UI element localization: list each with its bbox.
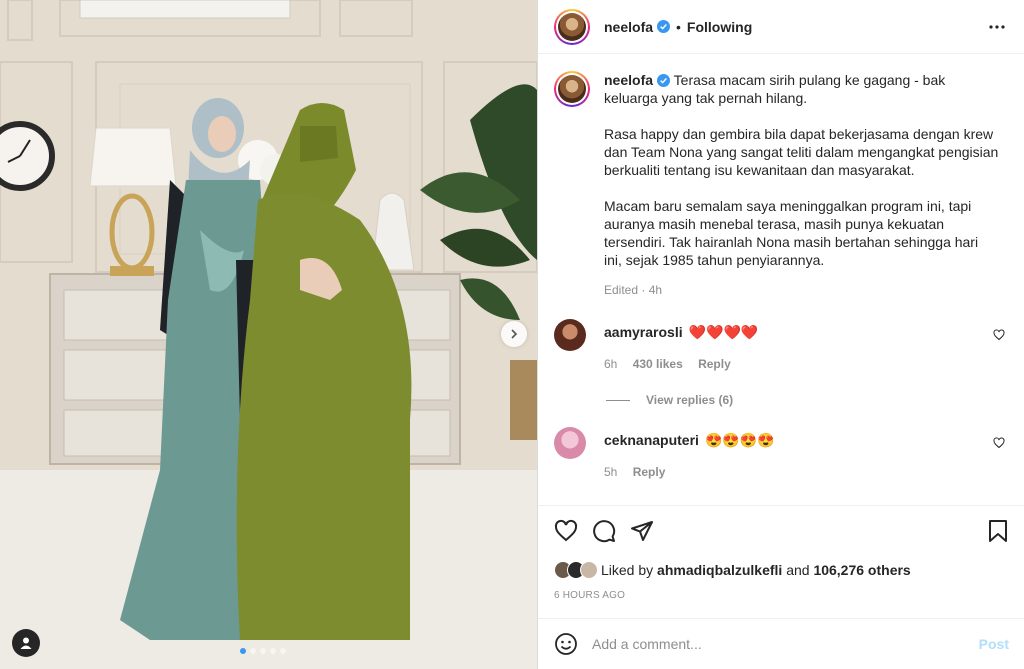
separator-bullet: • [676,18,681,35]
carousel-indicator [240,648,286,654]
next-arrow-icon [511,329,518,339]
save-button[interactable] [987,519,1009,543]
photo-scene [0,0,537,669]
comment-text: ❤️❤️❤️❤️ [688,324,759,340]
reply-button[interactable]: Reply [698,357,731,371]
carousel-dot [260,648,266,654]
comment: ceknanaputeri 😍😍😍😍 5h Reply [554,427,1009,481]
heart-icon[interactable] [993,329,1005,341]
heart-icon [554,519,578,542]
like-button[interactable] [554,519,578,543]
avatar[interactable] [554,8,590,45]
view-replies-button[interactable]: View replies (6) [606,393,1009,407]
post-username[interactable]: neelofa [604,19,653,35]
heart-icon[interactable] [993,437,1005,449]
comments-area[interactable]: neelofa Terasa macam sirih pulang ke gag… [538,55,1024,505]
carousel-dot [270,648,276,654]
liked-by-prefix: Liked by [601,562,654,578]
reply-button[interactable]: Reply [633,465,666,479]
caption-text: Macam baru semalam saya meninggalkan pro… [604,198,979,268]
caption-username[interactable]: neelofa [604,72,653,88]
bookmark-icon [989,520,1007,542]
liker-avatars[interactable] [554,561,598,579]
post-panel: neelofa • Following neelofa Terasa macam… [537,0,1024,669]
more-options-icon[interactable] [988,18,1006,36]
likes-summary: Liked by ahmadiqbalzulkefli and 106,276 … [554,556,1009,584]
post-header: neelofa • Following [538,0,1024,54]
carousel-dot [250,648,256,654]
avatar[interactable] [554,319,586,351]
share-button[interactable] [630,519,654,543]
user-tag-icon [20,637,32,649]
carousel-dot [240,648,246,654]
verified-badge-icon [657,74,671,87]
comment-username[interactable]: ceknanaputeri [604,432,699,448]
liked-by-user[interactable]: ahmadiqbalzulkefli [657,562,782,578]
post-comment-button[interactable]: Post [979,636,1009,652]
comment-icon [593,520,616,543]
comment: aamyrarosli ❤️❤️❤️❤️ 6h 430 likes Reply [554,319,1009,373]
avatar[interactable] [554,71,590,107]
avatar[interactable] [554,427,586,459]
comment-likes[interactable]: 430 likes [633,357,683,371]
caption-text: Rasa happy dan gembira bila dapat bekerj… [604,126,999,178]
following-button[interactable]: Following [687,19,752,35]
add-comment-bar: Post [538,618,1024,669]
liked-by-others[interactable]: 106,276 others [813,562,910,578]
caption-meta: Edited · 4h [604,283,663,297]
emoji-icon[interactable] [554,632,578,656]
caption: neelofa Terasa macam sirih pulang ke gag… [554,71,1009,299]
post-photo[interactable] [0,0,537,669]
verified-badge-icon [657,20,671,33]
share-icon [631,521,653,541]
add-comment-input[interactable] [592,636,979,652]
comment-time: 5h [604,465,618,479]
next-slide-button[interactable] [501,321,527,347]
caption-text: Terasa macam sirih pulang ke gagang - ba… [604,72,946,106]
comment-button[interactable] [592,519,616,543]
carousel-dot [280,648,286,654]
liked-by-and: and [786,562,810,578]
user-tag-button[interactable] [12,629,40,657]
comment-text: 😍😍😍😍 [704,432,775,448]
comment-time: 6h [604,357,618,371]
action-bar: Liked by ahmadiqbalzulkefli and 106,276 … [538,505,1024,601]
comment-username[interactable]: aamyrarosli [604,324,683,340]
view-replies-label: View replies (6) [646,393,734,407]
post-timestamp[interactable]: 6 HOURS AGO [554,590,1009,601]
